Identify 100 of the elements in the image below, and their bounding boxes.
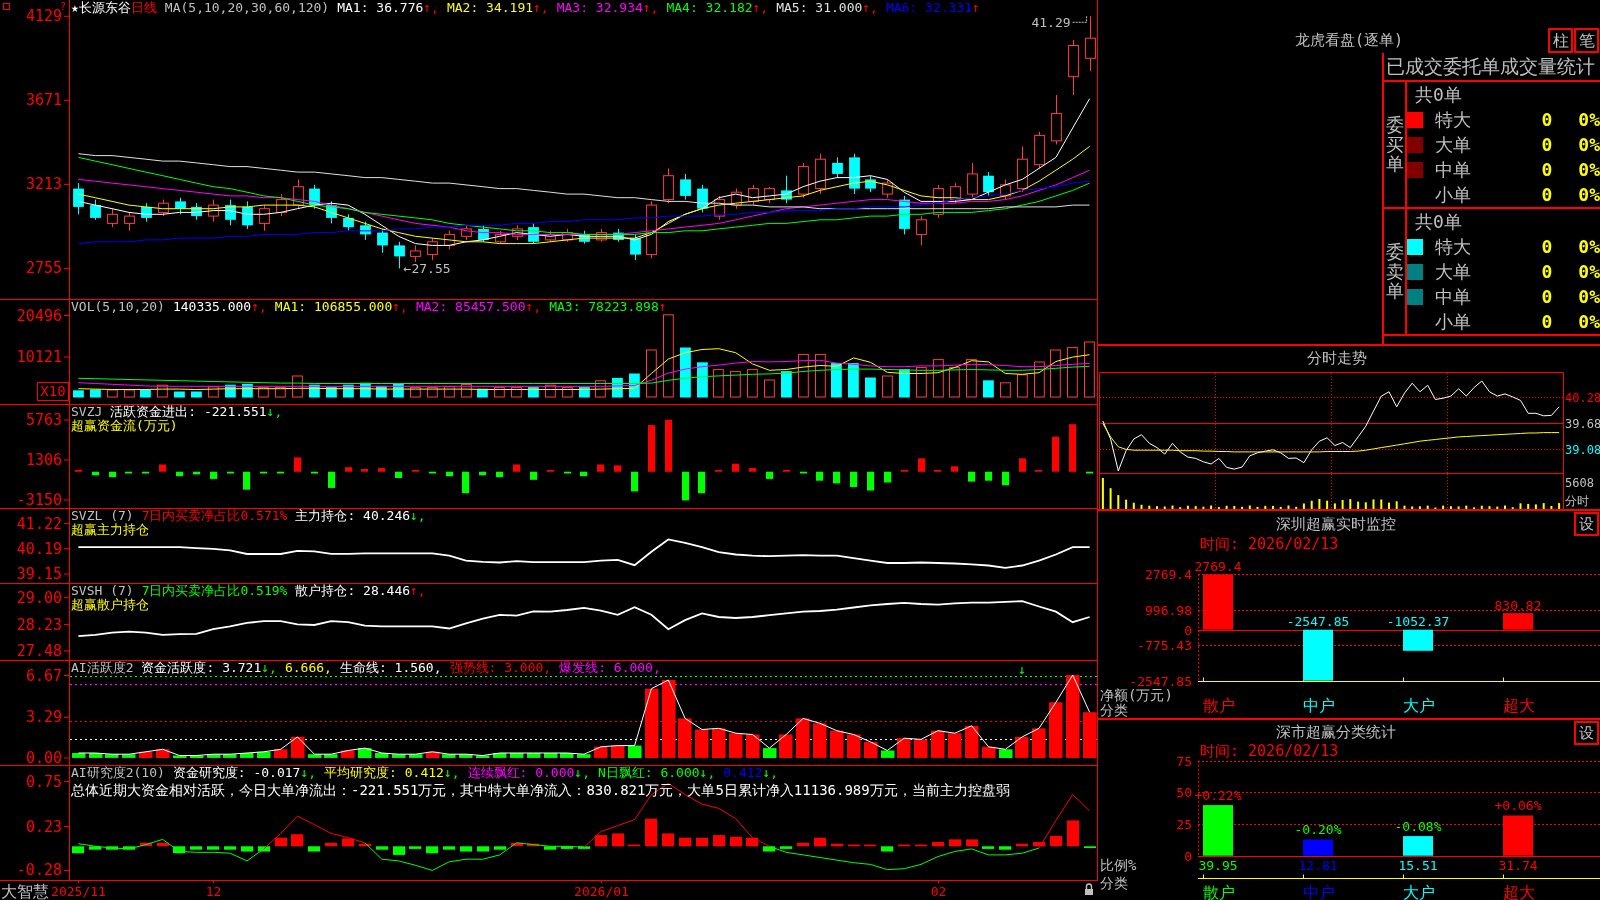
candlestick [461, 224, 472, 241]
axis-label: 3213 [25, 175, 62, 194]
fund-flow-bar [766, 471, 774, 479]
candlestick [242, 200, 253, 230]
order-share: 0% [1577, 184, 1600, 205]
fund-flow-bar [800, 471, 808, 474]
order-size-label: 特大 [1435, 234, 1472, 259]
settings-button[interactable]: 设 [1574, 512, 1599, 536]
candlestick [259, 204, 270, 232]
value-label: 31.74 [1498, 857, 1538, 873]
candlestick [815, 153, 826, 195]
axis-label: 75 [1176, 754, 1192, 769]
axis-label: 3.29 [25, 708, 62, 727]
trend-arrow: ↑, [410, 584, 426, 598]
axis-label: -775.43 [1137, 638, 1192, 653]
axis-label: 27.48 [16, 641, 62, 660]
trend-arrow: ↓, [443, 766, 460, 780]
axis-label: 39.15 [16, 565, 62, 583]
axis-title: 分类 [1100, 702, 1128, 718]
candlestick [427, 237, 438, 261]
category-label: 超大 [1503, 882, 1535, 900]
indicator-reading: MA5: 31.000 [776, 1, 863, 15]
trend-arrow: ↑, [642, 1, 659, 15]
fund-flow-bar [142, 471, 150, 474]
group-label: 委卖单 [1385, 241, 1404, 302]
scale-badge: X10 [37, 382, 69, 401]
category-label: 大户 [1403, 882, 1435, 900]
fund-flow-bar [378, 468, 386, 472]
candlestick [545, 230, 556, 243]
axis-label: 0 [1184, 849, 1192, 864]
settings-button[interactable]: 设 [1574, 721, 1599, 745]
axis-label: 28.23 [16, 615, 62, 634]
indicator-reading: MA2: 85457.500 [415, 300, 526, 314]
fund-flow-bar [311, 471, 319, 474]
fund-flow-bar [159, 464, 167, 472]
order-count: 0 [1540, 236, 1554, 257]
candlestick [90, 199, 101, 221]
candlestick [107, 208, 118, 228]
fund-flow-bar [749, 468, 757, 472]
indicator-reading: 7日内买卖净占比0.571% [141, 509, 288, 523]
view-toggle-button[interactable]: 柱 [1548, 28, 1573, 53]
value-label: -1052.37 [1386, 614, 1450, 630]
fund-flow-bar [429, 471, 437, 474]
candlestick [596, 228, 607, 243]
candlestick [714, 195, 725, 221]
brand-name: 大智慧 [1, 882, 49, 900]
fund-flow-bar [597, 464, 605, 472]
price-label: ←27.55 [403, 260, 451, 276]
fund-flow-bar [176, 471, 184, 477]
axis-label: 1306 [25, 451, 62, 469]
fund-flow-bar [867, 471, 875, 491]
candlestick [663, 167, 674, 204]
candlestick [410, 244, 421, 263]
axis-label: 10121 [16, 348, 62, 366]
axis-label: 50 [1176, 785, 1192, 800]
fund-flow-bar [193, 471, 201, 475]
category-label: 大户 [1403, 695, 1435, 715]
order-share: 0% [1577, 159, 1600, 180]
candlestick [175, 197, 186, 215]
trend-arrow: ↑, [862, 1, 878, 15]
view-toggle-button[interactable]: 笔 [1574, 28, 1599, 53]
candlestick [1000, 178, 1011, 201]
fund-flow-bar [328, 471, 336, 488]
order-share: 0% [1577, 109, 1600, 130]
candlestick [225, 199, 236, 226]
axis-label: 2755 [25, 259, 62, 278]
fund-flow-bar [412, 469, 420, 472]
order-size-label: 特大 [1435, 107, 1472, 132]
category-label: 中户 [1303, 695, 1335, 715]
order-count: 0 [1540, 134, 1554, 155]
fund-flow-bar [1052, 436, 1060, 472]
indicator-reading: 强势线: 3.000, [449, 661, 552, 675]
candlestick [983, 171, 994, 197]
trend-arrow: ↓, [699, 766, 716, 780]
fund-flow-bar [580, 471, 588, 477]
axis-label: 39.68 [1565, 416, 1600, 431]
axis-label: 0 [1184, 623, 1192, 638]
indicator-reading: 散户持仓: 28.446 [295, 584, 411, 598]
indicator-reading: N日飘红: 6.000 [598, 766, 700, 780]
candlestick [444, 230, 455, 250]
fund-flow-bar [243, 471, 251, 490]
indicator-subtitle: 超赢散户持仓 [71, 598, 149, 612]
indicator-reading: 资金活跃度: 3.721 [141, 661, 262, 675]
indicator-reading: 6.666, [284, 661, 332, 675]
candlestick [73, 182, 84, 215]
panel-title: 龙虎看盘(逐单) [1294, 31, 1404, 49]
candlestick [680, 173, 691, 201]
order-share: 0% [1577, 236, 1600, 257]
value-label: 12.81 [1298, 857, 1338, 873]
candlestick [849, 153, 860, 195]
fund-flow-bar [294, 457, 302, 472]
indicator-reading: 平均研究度: 0.412 [324, 766, 444, 780]
star-mark: ★ [71, 1, 79, 15]
candlestick [1034, 131, 1045, 169]
axis-label: 5763 [25, 411, 62, 429]
trend-arrow: ↓, [266, 405, 283, 419]
indicator-reading: 140335.000 [172, 300, 252, 314]
candlestick [579, 230, 590, 245]
period-label: 日线 [130, 1, 157, 15]
candlestick [1017, 145, 1028, 193]
